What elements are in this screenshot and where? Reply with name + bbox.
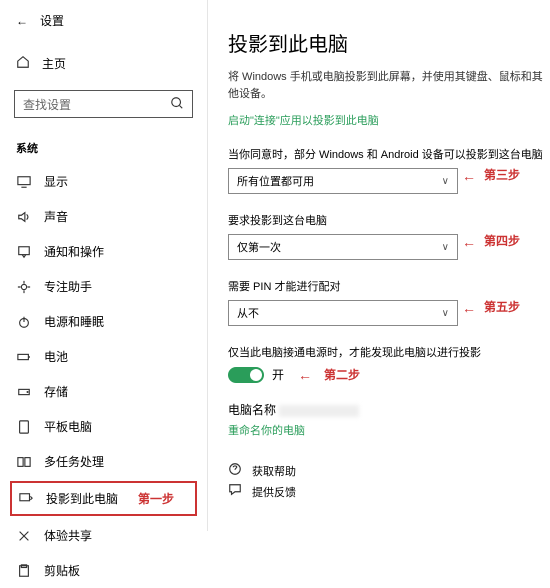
sidebar-item-label: 多任务处理 xyxy=(44,453,104,470)
sidebar-item-label: 专注助手 xyxy=(44,278,92,295)
power-toggle[interactable] xyxy=(228,367,264,383)
dropdown-availability[interactable]: 所有位置都可用 ∨ xyxy=(228,168,458,194)
dropdown-value: 仅第一次 xyxy=(237,239,281,255)
toggle-state: 开 xyxy=(272,366,284,383)
pc-name-label: 电脑名称 xyxy=(228,403,276,417)
dropdown-value: 所有位置都可用 xyxy=(237,173,314,189)
feedback-label: 提供反馈 xyxy=(252,484,296,500)
pc-name-row: 电脑名称 xyxy=(228,401,550,418)
battery-icon xyxy=(16,350,32,364)
step-3-label: 第三步 xyxy=(484,166,520,183)
search-icon xyxy=(170,96,184,113)
help-icon xyxy=(228,462,242,479)
sound-icon xyxy=(16,210,32,224)
home-icon xyxy=(16,55,30,72)
feedback-icon xyxy=(228,483,242,500)
step-1-label: 第一步 xyxy=(138,490,174,507)
project-icon xyxy=(18,492,34,506)
sidebar-item-label: 剪贴板 xyxy=(44,562,80,579)
step-4-label: 第四步 xyxy=(484,232,520,249)
get-help-link[interactable]: 获取帮助 xyxy=(228,462,550,479)
settings-content: 投影到此电脑 将 Windows 手机或电脑投影到此屏幕，并使用其键盘、鼠标和其… xyxy=(228,0,550,531)
back-button[interactable]: ← xyxy=(16,14,28,28)
power-icon xyxy=(16,315,32,329)
display-icon xyxy=(16,175,32,189)
multitask-icon xyxy=(16,455,32,469)
page-title: 投影到此电脑 xyxy=(228,0,550,69)
arrow-annotation: ← xyxy=(298,367,312,383)
help-label: 获取帮助 xyxy=(252,463,296,479)
sidebar-item-label: 通知和操作 xyxy=(44,243,104,260)
sidebar-item-share[interactable]: 体验共享 xyxy=(0,518,207,553)
storage-icon xyxy=(16,385,32,399)
step-5-label: 第五步 xyxy=(484,298,520,315)
launch-connect-link[interactable]: 启动"连接"应用以投影到此电脑 xyxy=(228,112,550,128)
sidebar-item-label: 电池 xyxy=(44,348,68,365)
sidebar-item-focus[interactable]: 专注助手 xyxy=(0,269,207,304)
sidebar-item-display[interactable]: 显示 xyxy=(0,164,207,199)
search-placeholder: 查找设置 xyxy=(23,96,71,113)
setting-label-3: 需要 PIN 才能进行配对 xyxy=(228,278,550,294)
arrow-annotation: ← xyxy=(462,234,476,250)
sidebar-item-label: 电源和睡眠 xyxy=(44,313,104,330)
rename-pc-link[interactable]: 重命名你的电脑 xyxy=(228,422,550,438)
setting-row-2: 要求投影到这台电脑 仅第一次 ∨ ← 第四步 xyxy=(228,212,550,260)
home-label: 主页 xyxy=(42,55,66,72)
step-2-label: 第二步 xyxy=(324,366,360,383)
search-input[interactable]: 查找设置 xyxy=(14,90,193,118)
setting-row-4: 仅当此电脑接通电源时，才能发现此电脑以进行投影 开 ← 第二步 xyxy=(228,344,550,383)
settings-sidebar: ← 设置 主页 查找设置 系统 显示 声音 通知和操作 专注助手 电源和睡眠 电… xyxy=(0,0,208,531)
sidebar-item-clipboard[interactable]: 剪贴板 xyxy=(0,553,207,588)
sidebar-item-power[interactable]: 电源和睡眠 xyxy=(0,304,207,339)
tablet-icon xyxy=(16,420,32,434)
arrow-annotation: ← xyxy=(462,168,476,184)
sidebar-item-label: 投影到此电脑 xyxy=(46,490,118,507)
sidebar-item-label: 声音 xyxy=(44,208,68,225)
focus-icon xyxy=(16,280,32,294)
sidebar-item-storage[interactable]: 存储 xyxy=(0,374,207,409)
header: ← 设置 xyxy=(0,0,207,41)
sidebar-item-project[interactable]: 投影到此电脑 第一步 xyxy=(10,481,197,516)
sidebar-item-battery[interactable]: 电池 xyxy=(0,339,207,374)
chevron-down-icon: ∨ xyxy=(442,308,449,319)
sidebar-item-tablet[interactable]: 平板电脑 xyxy=(0,409,207,444)
clipboard-icon xyxy=(16,564,32,578)
dropdown-pin[interactable]: 从不 ∨ xyxy=(228,300,458,326)
setting-row-3: 需要 PIN 才能进行配对 从不 ∨ ← 第五步 xyxy=(228,278,550,326)
chevron-down-icon: ∨ xyxy=(442,242,449,253)
header-title: 设置 xyxy=(40,12,64,29)
sidebar-item-label: 体验共享 xyxy=(44,527,92,544)
sidebar-item-notifications[interactable]: 通知和操作 xyxy=(0,234,207,269)
home-nav[interactable]: 主页 xyxy=(0,45,207,82)
sidebar-item-label: 显示 xyxy=(44,173,68,190)
setting-label-4: 仅当此电脑接通电源时，才能发现此电脑以进行投影 xyxy=(228,344,550,360)
dropdown-value: 从不 xyxy=(237,305,259,321)
pc-name-value xyxy=(279,405,359,417)
sidebar-item-label: 存储 xyxy=(44,383,68,400)
sidebar-item-multitask[interactable]: 多任务处理 xyxy=(0,444,207,479)
dropdown-ask[interactable]: 仅第一次 ∨ xyxy=(228,234,458,260)
page-description: 将 Windows 手机或电脑投影到此屏幕，并使用其键盘、鼠标和其他设备。 xyxy=(228,69,550,102)
arrow-annotation: ← xyxy=(462,300,476,316)
feedback-link[interactable]: 提供反馈 xyxy=(228,483,550,500)
sidebar-item-label: 平板电脑 xyxy=(44,418,92,435)
setting-label-1: 当你同意时，部分 Windows 和 Android 设备可以投影到这台电脑 xyxy=(228,146,550,162)
setting-row-1: 当你同意时，部分 Windows 和 Android 设备可以投影到这台电脑 所… xyxy=(228,146,550,194)
chevron-down-icon: ∨ xyxy=(442,176,449,187)
notification-icon xyxy=(16,245,32,259)
group-system: 系统 xyxy=(0,132,207,164)
sidebar-item-sound[interactable]: 声音 xyxy=(0,199,207,234)
setting-label-2: 要求投影到这台电脑 xyxy=(228,212,550,228)
